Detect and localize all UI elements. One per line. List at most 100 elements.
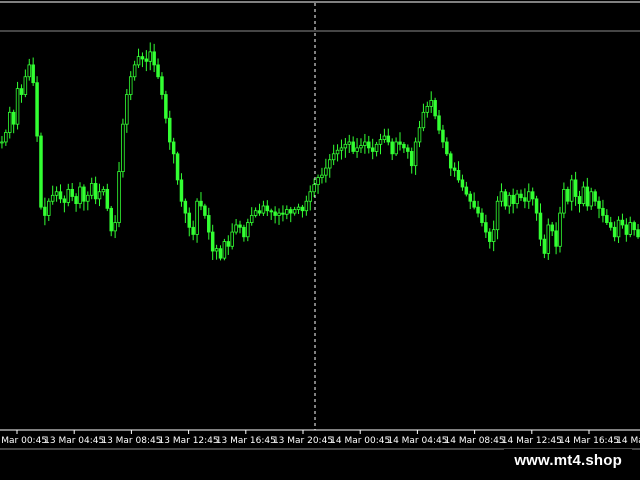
candle-body — [203, 205, 207, 216]
candle-body — [23, 76, 28, 95]
candle-body — [214, 248, 219, 252]
candle-body — [398, 141, 402, 145]
candle-body — [390, 141, 394, 155]
candle-body — [445, 141, 449, 155]
candle-body — [480, 212, 484, 223]
candle-body — [152, 51, 156, 66]
x-tick-label: 14 Mar 00:45 — [330, 436, 390, 446]
candle-body — [50, 194, 55, 202]
candle-body — [89, 183, 94, 196]
x-tick-label: 14 Mar 04:45 — [387, 436, 447, 446]
candle-body — [39, 135, 43, 208]
candle-body — [370, 147, 375, 152]
candle-body — [616, 219, 621, 238]
candle-body — [534, 198, 539, 214]
candle-body — [413, 141, 418, 167]
candle-body — [195, 200, 199, 235]
candle-body — [15, 88, 20, 125]
candle-body — [355, 147, 359, 152]
candle-body — [191, 226, 195, 235]
candle-body — [277, 212, 281, 216]
x-tick-label: 13 Mar 16:45 — [216, 436, 276, 446]
candle-body — [523, 197, 527, 202]
candle-body — [312, 184, 316, 193]
candle-body — [550, 224, 554, 232]
candle-body — [488, 231, 492, 242]
candle-body — [160, 76, 164, 95]
candle-body — [382, 135, 387, 140]
candle-body — [105, 188, 110, 209]
candle-body — [581, 186, 586, 205]
candle-body — [569, 179, 574, 202]
candle-body — [503, 191, 508, 207]
x-tick-label: 13 Mar 08:45 — [101, 436, 161, 446]
candle-body — [82, 186, 86, 202]
candle-body — [234, 224, 238, 233]
candle-body — [374, 143, 379, 152]
candle-body — [183, 200, 188, 214]
candle-body — [624, 224, 629, 235]
candle-body — [168, 117, 172, 143]
candle-body — [577, 196, 582, 205]
candle-body — [288, 209, 293, 214]
x-tick-label: 14 Mar 08:45 — [445, 436, 505, 446]
candle-body — [35, 82, 39, 137]
candle-body — [62, 198, 67, 203]
candle-body — [546, 224, 551, 254]
candle-body — [128, 76, 133, 95]
candle-body — [121, 123, 125, 172]
candle-body — [460, 179, 465, 188]
candle-body — [409, 151, 414, 167]
candle-body — [148, 51, 152, 62]
candle-body — [11, 111, 16, 125]
candle-body — [164, 94, 168, 119]
candle-body — [269, 210, 273, 213]
candle-body — [437, 115, 441, 131]
candle-body — [8, 111, 12, 133]
candle-body — [507, 194, 512, 207]
candle-body — [47, 200, 51, 216]
candle-body — [511, 194, 515, 205]
candle-body — [452, 167, 457, 171]
candle-body — [495, 200, 500, 231]
x-tick-label: 13 Mar 20:45 — [273, 436, 333, 446]
candle-body — [328, 159, 332, 169]
candle-body — [593, 191, 597, 202]
candle-body — [281, 212, 285, 215]
candle-body — [499, 191, 504, 202]
candle-body — [351, 141, 355, 152]
candle-body — [566, 188, 570, 202]
x-tick-label: 14 Mar 20:45 — [616, 436, 640, 446]
candle-body — [218, 248, 223, 259]
candle-body — [562, 188, 566, 214]
candle-body — [187, 212, 192, 228]
candle-body — [554, 230, 558, 247]
candle-body — [320, 174, 324, 178]
candle-body — [246, 222, 250, 238]
candle-body — [70, 188, 74, 197]
candle-body — [31, 64, 35, 84]
candle-body — [86, 194, 90, 202]
candle-body — [273, 211, 277, 216]
candle-body — [117, 171, 121, 223]
candle-body — [97, 191, 102, 200]
candle-body — [171, 141, 176, 155]
candle-body — [542, 238, 547, 254]
candle-body — [339, 147, 344, 151]
candle-body — [242, 226, 246, 238]
price-chart[interactable]: 13 Mar 00:4513 Mar 04:4513 Mar 08:4513 M… — [0, 0, 640, 480]
x-tick-label: 13 Mar 12:45 — [159, 436, 219, 446]
candle-body — [386, 135, 391, 143]
candle-body — [406, 147, 410, 152]
candle-body — [238, 224, 242, 228]
candle-body — [300, 206, 305, 212]
candle-body — [620, 219, 625, 226]
candle-body — [363, 141, 367, 146]
candle-body — [93, 183, 98, 200]
candle-body — [113, 222, 117, 232]
candle-body — [402, 143, 406, 149]
candle-body — [359, 145, 363, 149]
candle-body — [343, 143, 348, 149]
candle-body — [316, 177, 320, 186]
candle-body — [612, 226, 617, 238]
